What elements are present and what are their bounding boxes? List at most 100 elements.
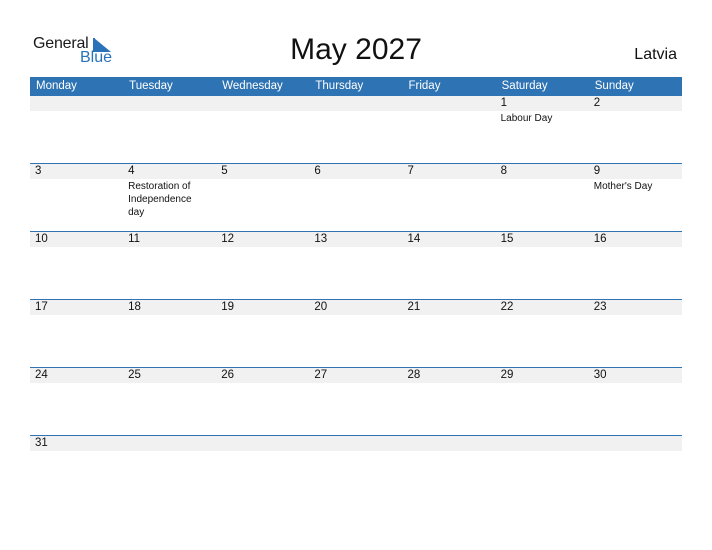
day-number bbox=[408, 436, 496, 451]
day-cell bbox=[496, 436, 589, 451]
day-number: 29 bbox=[500, 369, 514, 381]
day-number: 5 bbox=[221, 165, 228, 177]
week-row: 31 bbox=[30, 435, 682, 503]
day-number: 2 bbox=[593, 97, 601, 109]
day-cell bbox=[123, 436, 216, 451]
day-number bbox=[128, 436, 216, 451]
day-number bbox=[408, 96, 496, 111]
day-cell: 12 bbox=[216, 232, 309, 247]
day-number: 26 bbox=[221, 369, 235, 381]
day-number: 16 bbox=[593, 233, 607, 245]
day-cell: 13 bbox=[309, 232, 402, 247]
week-cells: 24 25 26 27 28 29 30 bbox=[30, 368, 682, 383]
day-cell: 27 bbox=[309, 368, 402, 383]
day-cell bbox=[216, 96, 309, 125]
week-cells: 17 18 19 20 21 22 23 bbox=[30, 300, 682, 315]
day-cell: 1 Labour Day bbox=[496, 96, 589, 125]
day-number bbox=[594, 436, 682, 451]
day-number bbox=[314, 436, 402, 451]
day-cell bbox=[589, 436, 682, 451]
day-number: 17 bbox=[35, 301, 48, 313]
day-number: 23 bbox=[593, 301, 607, 313]
day-number: 31 bbox=[35, 437, 48, 449]
weekday-sunday: Sunday bbox=[594, 80, 634, 92]
weekday-header: Monday Tuesday Wednesday Thursday Friday… bbox=[30, 77, 682, 96]
day-number bbox=[314, 96, 402, 111]
day-number: 21 bbox=[407, 301, 421, 313]
day-number: 6 bbox=[314, 165, 321, 177]
day-cell: 16 bbox=[589, 232, 682, 247]
day-cell: 24 bbox=[30, 368, 123, 383]
day-number bbox=[221, 436, 309, 451]
day-cell: 10 bbox=[30, 232, 123, 247]
week-row: 17 18 19 20 21 22 23 bbox=[30, 299, 682, 367]
day-cell: 29 bbox=[496, 368, 589, 383]
day-cell: 30 bbox=[589, 368, 682, 383]
day-cell: 23 bbox=[589, 300, 682, 315]
weekday-tuesday: Tuesday bbox=[129, 80, 173, 92]
day-number: 28 bbox=[407, 369, 421, 381]
day-number: 24 bbox=[35, 369, 48, 381]
day-cell bbox=[123, 96, 216, 125]
day-cell: 31 bbox=[30, 436, 123, 451]
week-row: 1 Labour Day 2 bbox=[30, 96, 682, 163]
week-cells: 10 11 12 13 14 15 16 bbox=[30, 232, 682, 247]
day-cell: 19 bbox=[216, 300, 309, 315]
holiday-label: Labour Day bbox=[500, 113, 553, 124]
day-number: 7 bbox=[407, 165, 414, 177]
week-cells: 31 bbox=[30, 436, 682, 451]
day-number: 15 bbox=[500, 233, 514, 245]
day-number: 20 bbox=[314, 301, 328, 313]
day-cell: 17 bbox=[30, 300, 123, 315]
day-number: 9 bbox=[593, 165, 601, 177]
page-title: May 2027 bbox=[290, 33, 422, 66]
day-cell bbox=[30, 96, 123, 125]
week-row: 24 25 26 27 28 29 30 bbox=[30, 367, 682, 435]
day-cell: 22 bbox=[496, 300, 589, 315]
day-cell: 26 bbox=[216, 368, 309, 383]
day-number bbox=[501, 436, 589, 451]
day-cell: 25 bbox=[123, 368, 216, 383]
day-cell: 20 bbox=[309, 300, 402, 315]
day-number: 25 bbox=[128, 369, 141, 381]
day-cell bbox=[403, 436, 496, 451]
week-cells: 3 4 Restoration of Independence day 5 6 7 8 9 Mo… bbox=[30, 164, 682, 219]
day-number: 30 bbox=[593, 369, 607, 381]
day-cell: 8 bbox=[496, 164, 589, 219]
day-number bbox=[221, 96, 309, 111]
day-cell: 28 bbox=[403, 368, 496, 383]
day-number: 8 bbox=[500, 165, 508, 177]
day-number: 13 bbox=[314, 233, 328, 245]
day-number: 22 bbox=[500, 301, 514, 313]
day-cell: 3 bbox=[30, 164, 123, 219]
day-number bbox=[35, 96, 123, 111]
day-number: 19 bbox=[221, 301, 235, 313]
week-cells: 1 Labour Day 2 bbox=[30, 96, 682, 125]
day-cell bbox=[403, 96, 496, 125]
day-cell: 7 bbox=[403, 164, 496, 219]
day-cell: 18 bbox=[123, 300, 216, 315]
week-row: 3 4 Restoration of Independence day 5 6 7 8 9 Mo… bbox=[30, 163, 682, 231]
weekday-saturday: Saturday bbox=[501, 80, 548, 92]
day-number: 10 bbox=[35, 233, 48, 245]
day-number: 18 bbox=[128, 301, 141, 313]
day-cell: 4 Restoration of Independence day bbox=[123, 164, 216, 219]
day-cell: 15 bbox=[496, 232, 589, 247]
day-cell bbox=[309, 436, 402, 451]
day-cell bbox=[216, 436, 309, 451]
day-cell: 11 bbox=[123, 232, 216, 247]
day-number: 11 bbox=[128, 233, 141, 245]
day-number: 3 bbox=[35, 165, 42, 177]
weekday-wednesday: Wednesday bbox=[222, 80, 283, 92]
weekday-friday: Friday bbox=[408, 80, 441, 92]
holiday-label: Restoration of Independence day bbox=[128, 181, 192, 218]
weekday-monday: Monday bbox=[36, 80, 77, 92]
day-cell: 2 bbox=[589, 96, 682, 125]
day-cell bbox=[309, 96, 402, 125]
calendar: Monday Tuesday Wednesday Thursday Friday… bbox=[30, 77, 682, 503]
day-number: 14 bbox=[407, 233, 421, 245]
day-number bbox=[128, 96, 216, 111]
day-cell: 5 bbox=[216, 164, 309, 219]
day-number: 12 bbox=[221, 233, 235, 245]
day-cell: 9 Mother's Day bbox=[589, 164, 682, 219]
